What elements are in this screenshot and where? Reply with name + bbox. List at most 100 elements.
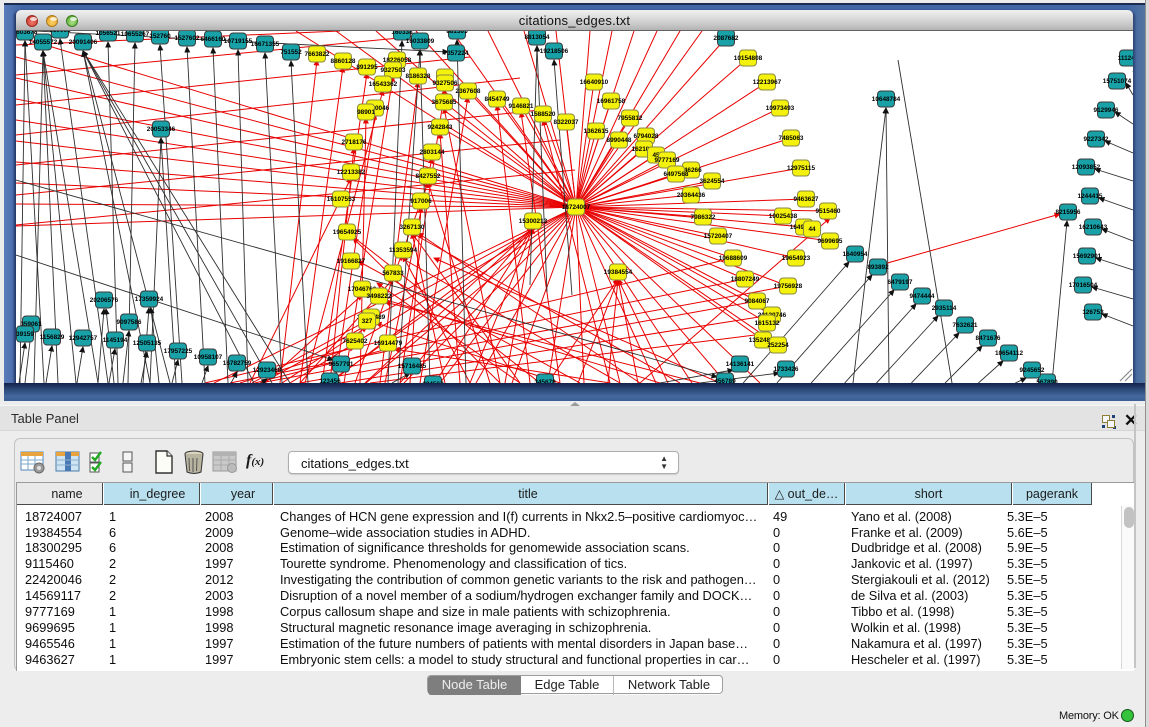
svg-text:10719155: 10719155 [224, 38, 253, 45]
svg-text:2935114: 2935114 [932, 305, 957, 312]
svg-text:19218506: 19218506 [540, 48, 569, 55]
svg-text:567833: 567833 [382, 270, 404, 277]
svg-text:160338: 160338 [391, 31, 413, 36]
svg-text:3498222: 3498222 [367, 293, 392, 300]
svg-text:19166827: 19166827 [337, 258, 366, 265]
svg-text:12942757: 12942757 [69, 335, 98, 342]
svg-text:9463627: 9463627 [794, 196, 819, 203]
svg-text:9515460: 9515460 [816, 208, 841, 215]
svg-text:12213382: 12213382 [337, 169, 366, 176]
svg-text:20053346: 20053346 [147, 126, 176, 133]
svg-text:16961758: 16961758 [597, 98, 626, 105]
svg-text:98901: 98901 [357, 109, 375, 116]
svg-text:7485063: 7485063 [779, 135, 804, 142]
svg-text:2367608: 2367608 [456, 88, 481, 95]
svg-text:8860128: 8860128 [331, 58, 356, 65]
svg-text:12213967: 12213967 [753, 79, 782, 86]
svg-text:20091406: 20091406 [69, 39, 98, 46]
svg-text:8322037: 8322037 [554, 119, 579, 126]
svg-text:1588520: 1588520 [531, 111, 556, 118]
svg-text:1056521: 1056521 [96, 31, 121, 37]
svg-text:15720407: 15720407 [704, 233, 733, 240]
svg-text:10025438: 10025438 [769, 213, 798, 220]
svg-text:18807249: 18807249 [731, 276, 760, 283]
svg-text:7986322: 7986322 [691, 214, 716, 221]
svg-text:11353594: 11353594 [389, 247, 418, 254]
svg-text:7625402: 7625402 [343, 338, 368, 345]
svg-text:6479197: 6479197 [888, 279, 913, 286]
svg-text:16914479: 16914479 [374, 340, 403, 347]
svg-text:9327503: 9327503 [381, 67, 406, 74]
svg-text:7663822: 7663822 [305, 51, 330, 58]
svg-text:18724007: 18724007 [562, 204, 591, 211]
svg-text:3267130: 3267130 [400, 224, 425, 231]
svg-text:8813054: 8813054 [525, 34, 550, 41]
svg-text:7632621: 7632621 [953, 322, 978, 329]
svg-text:7955812: 7955812 [618, 115, 643, 122]
svg-text:8471676: 8471676 [976, 335, 1001, 342]
svg-text:9699695: 9699695 [818, 238, 843, 245]
svg-text:39159: 39159 [16, 331, 34, 338]
svg-text:16671355: 16671355 [251, 41, 280, 48]
svg-text:10654112: 10654112 [995, 350, 1024, 357]
svg-text:15716485: 15716485 [398, 363, 427, 370]
svg-text:327: 327 [362, 318, 373, 325]
svg-text:6794028: 6794028 [634, 133, 659, 140]
svg-text:12505135: 12505135 [133, 340, 162, 347]
svg-text:12975115: 12975115 [787, 165, 816, 172]
svg-text:2087682: 2087682 [714, 35, 739, 42]
svg-text:8427552: 8427552 [416, 173, 441, 180]
svg-text:10154808: 10154808 [734, 55, 763, 62]
svg-text:10973493: 10973493 [766, 105, 795, 112]
svg-text:1362615: 1362615 [584, 128, 609, 135]
svg-text:1640954: 1640954 [843, 251, 868, 258]
svg-text:9474444: 9474444 [910, 293, 935, 300]
svg-text:8186328: 8186328 [406, 73, 431, 80]
svg-text:16782759: 16782759 [223, 360, 252, 367]
svg-text:17016504: 17016504 [1069, 282, 1098, 289]
svg-text:1156829: 1156829 [40, 334, 65, 341]
svg-text:19384554: 19384554 [604, 269, 633, 276]
svg-text:810068: 810068 [49, 31, 71, 34]
svg-text:16210643: 16210643 [1079, 224, 1108, 231]
svg-text:15751074: 15751074 [1103, 78, 1132, 85]
svg-text:12923468: 12923468 [253, 367, 282, 374]
svg-text:252254: 252254 [767, 342, 789, 349]
svg-text:9084067: 9084067 [745, 298, 770, 305]
svg-text:7357224: 7357224 [444, 50, 469, 57]
svg-text:891295: 891295 [356, 64, 378, 71]
svg-text:17359924: 17359924 [135, 296, 164, 303]
svg-text:10648784: 10648784 [872, 96, 901, 103]
svg-text:15692901: 15692901 [1073, 253, 1102, 260]
svg-text:9242843: 9242843 [428, 124, 453, 131]
svg-text:20206576: 20206576 [90, 297, 119, 304]
svg-text:12093852: 12093852 [1072, 164, 1101, 171]
svg-text:1527602: 1527602 [175, 35, 200, 42]
svg-text:44: 44 [808, 226, 816, 233]
svg-text:917006: 917006 [410, 198, 432, 205]
svg-text:2803144: 2803144 [420, 149, 445, 156]
svg-text:10655267: 10655267 [121, 31, 150, 38]
svg-text:14055572: 14055572 [29, 39, 58, 46]
svg-text:9097586: 9097586 [117, 319, 142, 326]
svg-text:14136141: 14136141 [726, 361, 755, 368]
svg-text:19756928: 19756928 [774, 283, 803, 290]
svg-text:10688609: 10688609 [719, 255, 748, 262]
svg-text:9129946: 9129946 [1094, 107, 1119, 114]
svg-text:16640910: 16640910 [580, 79, 609, 86]
svg-text:16107553: 16107553 [327, 196, 356, 203]
svg-text:1145194: 1145194 [103, 337, 128, 344]
svg-text:126753: 126753 [1082, 309, 1104, 316]
svg-text:19654925: 19654925 [333, 229, 362, 236]
svg-text:2718176: 2718176 [342, 139, 367, 146]
svg-text:8215956: 8215956 [1056, 209, 1081, 216]
svg-text:6466160: 6466160 [201, 36, 226, 43]
svg-text:111245: 111245 [1118, 55, 1133, 62]
svg-text:9245652: 9245652 [1020, 367, 1045, 374]
svg-text:10958107: 10958107 [194, 354, 223, 361]
svg-text:3675685: 3675685 [432, 99, 457, 106]
svg-text:16543362: 16543362 [369, 81, 398, 88]
svg-text:6497568: 6497568 [664, 171, 689, 178]
svg-text:17957225: 17957225 [164, 348, 193, 355]
svg-text:8454749: 8454749 [485, 96, 510, 103]
